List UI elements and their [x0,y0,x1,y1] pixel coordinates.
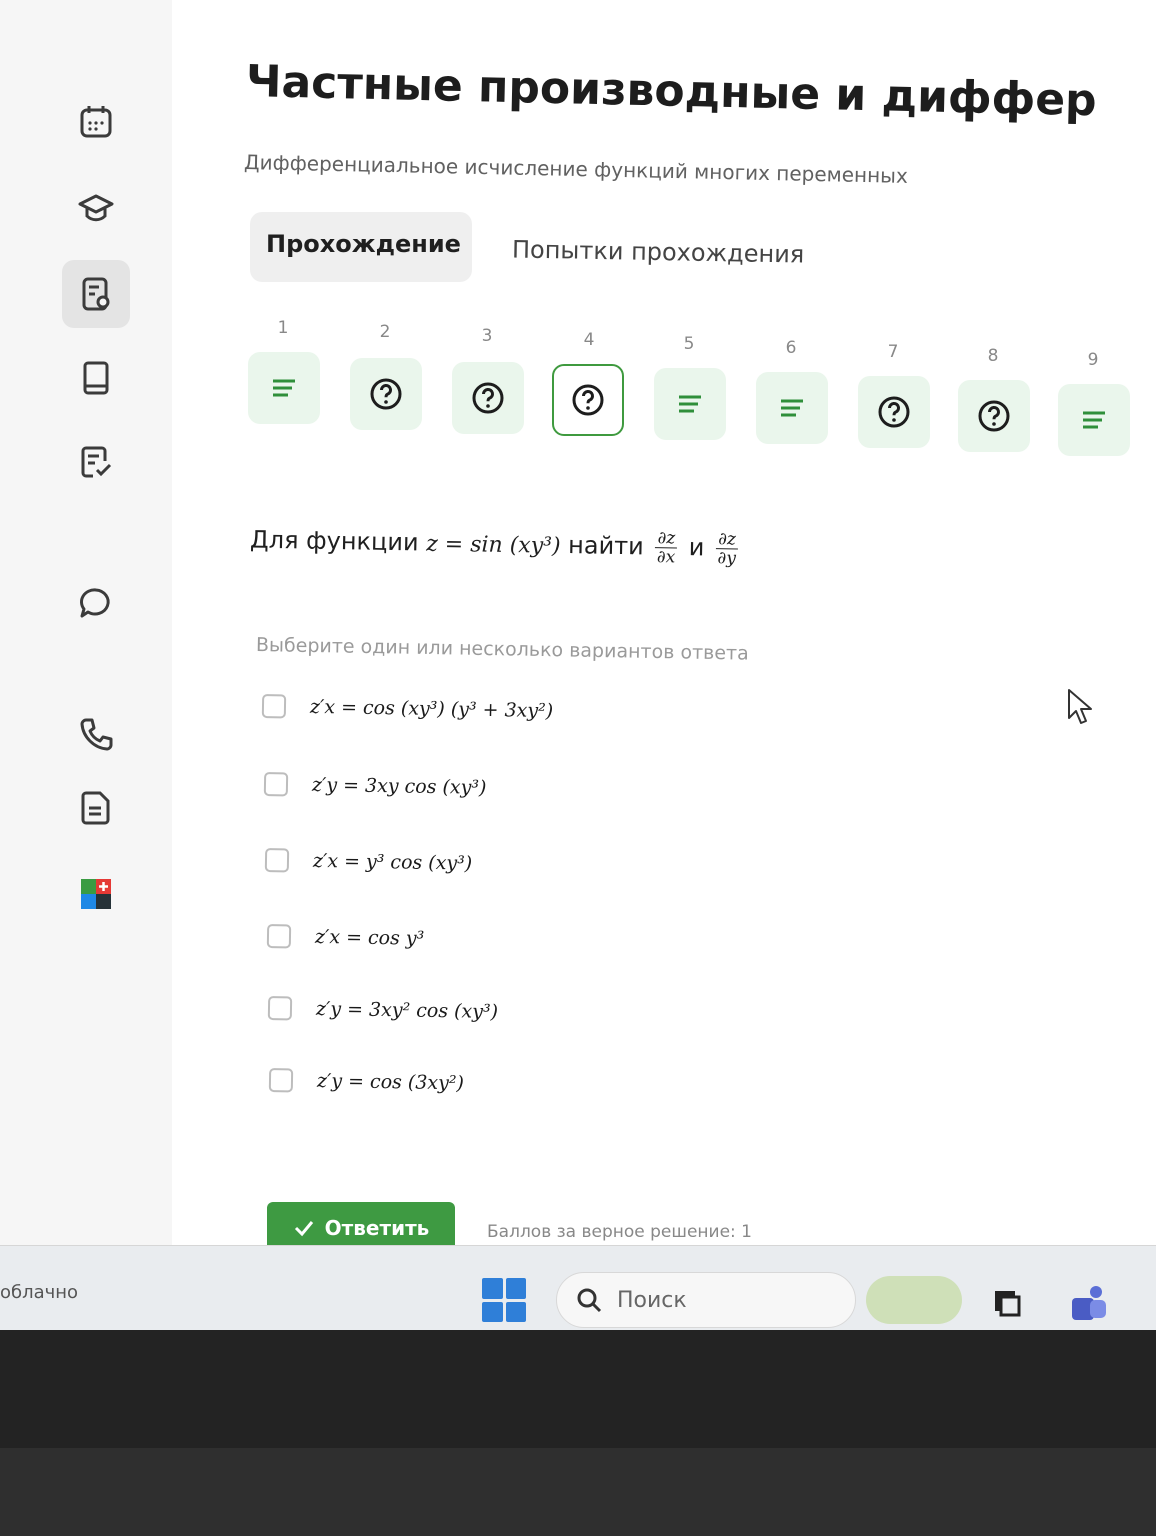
teams-icon[interactable] [1068,1284,1110,1322]
check-icon [294,1221,313,1237]
partial-numerator: ∂z [715,529,739,550]
partial-denominator-y: ∂y [717,548,737,569]
app-logo-icon [81,879,111,909]
main-content: Частные производные и диффер Дифференциа… [172,0,1156,1254]
chat-bubble-icon [80,588,110,618]
option-formula: z′x = cos y³ [314,925,425,950]
sidebar-item-courses[interactable] [62,174,130,242]
search-placeholder: Поиск [617,1287,687,1313]
question-nav-3[interactable] [452,362,524,434]
answer-option-2[interactable]: z′y = 3xy cos (xy³) [263,772,487,800]
sidebar-item-documents[interactable] [62,774,130,842]
question-number: 2 [379,322,391,342]
question-icon [572,384,604,416]
lines-icon [679,395,701,413]
option-formula: z′y = 3xy cos (xy³) [311,773,487,799]
answer-option-1[interactable]: z′x = cos (xy³) (y³ + 3xy²) [261,694,554,723]
question-number: 9 [1087,350,1099,370]
lines-icon [781,399,803,417]
partial-x-fraction: ∂z ∂x [655,528,678,568]
partial-denominator-x: ∂x [656,547,676,568]
question-conj: и [688,533,705,562]
checklist-icon [81,446,112,478]
question-nav-7[interactable] [858,376,930,448]
taskbar-search[interactable]: Поиск [556,1272,856,1328]
file-icon [81,791,110,825]
calendar-icon [80,106,112,138]
option-formula: z′x = cos (xy³) (y³ + 3xy²) [309,695,554,723]
mouse-cursor-icon [1068,689,1092,724]
sidebar-item-calendar[interactable] [62,88,130,156]
partial-y-fraction: ∂z ∂y [715,529,739,569]
question-number: 5 [683,334,695,354]
taskview-icon[interactable] [992,1288,1022,1318]
answer-option-6[interactable]: z′y = cos (3xy²) [268,1068,465,1095]
sidebar-item-library[interactable] [62,344,130,412]
option-formula: z′x = y³ cos (xy³) [312,849,473,875]
question-number: 1 [277,318,289,338]
question-nav-2[interactable] [350,358,422,430]
phone-icon [80,718,113,751]
windows-start-icon[interactable] [482,1278,526,1322]
question-function: z = sin (xy³) [425,531,561,559]
lines-icon [273,379,295,397]
sidebar-item-assignments[interactable] [62,428,130,496]
points-info: Баллов за верное решение: 1 [487,1222,752,1242]
question-text: Для функции z = sin (xy³) найти ∂z ∂x и ∂… [250,522,742,568]
graduation-cap-icon [78,194,114,222]
question-nav-9[interactable] [1058,384,1130,456]
question-nav-4-current[interactable] [552,364,624,436]
submit-label: Ответить [324,1216,430,1240]
answer-option-3[interactable]: z′x = y³ cos (xy³) [264,848,473,876]
question-number: 3 [481,326,493,346]
lines-icon [1083,411,1105,429]
option-checkbox[interactable] [267,996,293,1021]
question-nav-5[interactable] [654,368,726,440]
news-widget-icon[interactable] [866,1276,962,1324]
question-prefix: Для функции [249,525,419,557]
question-nav-1[interactable] [248,352,320,424]
question-number: 8 [987,346,999,366]
question-number: 6 [785,338,797,358]
question-icon [978,400,1010,432]
option-checkbox[interactable] [261,694,287,719]
answer-option-5[interactable]: z′y = 3xy² cos (xy³) [267,996,499,1024]
tab-attempts[interactable]: Попытки прохождения [512,235,805,268]
page-subtitle: Дифференциальное исчисление функций мног… [243,150,909,188]
option-checkbox[interactable] [266,924,292,949]
question-number: 7 [887,342,899,362]
sidebar-item-tests[interactable] [62,260,130,328]
answer-hint: Выберите один или несколько вариантов от… [255,634,749,665]
question-icon [472,382,504,414]
option-checkbox[interactable] [264,848,290,873]
sidebar-item-chat[interactable] [62,570,130,638]
taskbar: облачно Поиск [0,1245,1156,1330]
search-icon [577,1288,602,1313]
page-title: Частные производные и диффер [245,56,1098,127]
option-formula: z′y = 3xy² cos (xy³) [315,997,499,1024]
test-document-icon [82,277,110,311]
question-nav-6[interactable] [756,372,828,444]
keyboard-edge [0,1448,1156,1536]
option-checkbox[interactable] [263,772,289,797]
question-number: 4 [583,330,595,350]
option-checkbox[interactable] [268,1068,294,1093]
question-nav-8[interactable] [958,380,1030,452]
book-icon [83,361,109,395]
tab-progress[interactable]: Прохождение [250,212,472,282]
question-icon [878,396,910,428]
question-middle: найти [567,531,644,561]
question-icon [370,378,402,410]
screen: Частные производные и диффер Дифференциа… [0,0,1156,1330]
sidebar-item-calls[interactable] [62,700,130,768]
sidebar [0,0,172,1245]
option-formula: z′y = cos (3xy²) [316,1069,465,1095]
weather-widget[interactable]: облачно [0,1282,78,1303]
partial-numerator: ∂z [655,528,678,549]
sidebar-item-app[interactable] [62,860,130,928]
answer-option-4[interactable]: z′x = cos y³ [266,924,425,951]
